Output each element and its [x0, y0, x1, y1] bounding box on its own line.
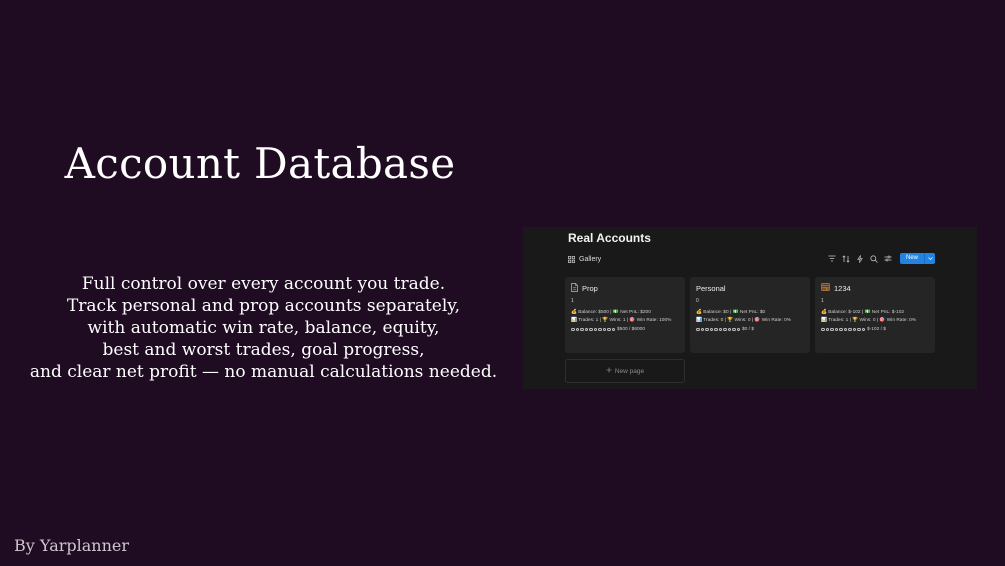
view-tab-label: Gallery: [579, 256, 602, 263]
card-progress: $-102 / $: [821, 327, 929, 332]
new-page-button[interactable]: New page: [565, 359, 685, 383]
filter-icon[interactable]: [828, 255, 836, 263]
card-id: 0: [696, 298, 699, 304]
card-stats: 💰 Balance: $0 | 💵 Net PnL: $0 📊 Trades: …: [696, 309, 804, 324]
lightning-icon[interactable]: [856, 254, 864, 263]
byline: By Yarplanner: [14, 536, 130, 555]
sort-icon[interactable]: [842, 254, 850, 263]
new-button-label: New: [905, 255, 918, 261]
card-trades-line: 📊 Trades: 1 | 🏆 Wins: 0 | 🎯 Win Rate: 0%: [821, 317, 917, 323]
hero-description: Full control over every account you trad…: [0, 273, 527, 383]
database-toolbar: New: [828, 253, 935, 264]
search-icon[interactable]: [870, 254, 878, 263]
description-line: with automatic win rate, balance, equity…: [87, 318, 440, 338]
gallery-grid-icon: [568, 256, 575, 263]
card-id: 1: [571, 298, 574, 304]
card-balance-line: 💰 Balance: $0 | 💵 Net PnL: $0: [696, 310, 766, 315]
progress-dots: [821, 327, 865, 332]
card-progress: $0 / $: [696, 327, 804, 332]
new-page-label: New page: [614, 367, 645, 375]
card-progress-text: $-102 / $: [867, 327, 886, 332]
database-screenshot: Real Accounts Gallery New Prop 1 💰 Balan…: [523, 227, 977, 389]
new-button[interactable]: New: [899, 253, 935, 264]
card-id: 1: [821, 298, 824, 304]
view-tab-gallery[interactable]: Gallery: [568, 256, 601, 263]
card-balance-line: 💰 Balance: $-102 | 💵 Net PnL: $-102: [821, 310, 905, 315]
settings-sliders-icon[interactable]: [884, 255, 892, 263]
abacus-icon: [821, 283, 830, 293]
card-trades-line: 📊 Trades: 1 | 🏆 Wins: 1 | 🎯 Win Rate: 10…: [571, 317, 672, 323]
account-card[interactable]: Prop 1 💰 Balance: $500 | 💵 Net PnL: $200…: [565, 277, 685, 353]
card-trades-line: 📊 Trades: 0 | 🏆 Wins: 0 | 🎯 Win Rate: 0%: [696, 317, 792, 323]
card-title-text: Personal: [696, 283, 726, 293]
page-icon: [571, 282, 578, 294]
card-balance-line: 💰 Balance: $500 | 💵 Net PnL: $200: [571, 310, 651, 315]
card-title-text: Prop: [582, 283, 598, 293]
gallery-cards: Prop 1 💰 Balance: $500 | 💵 Net PnL: $200…: [565, 277, 935, 353]
account-card[interactable]: Personal 0 💰 Balance: $0 | 💵 Net PnL: $0…: [690, 277, 810, 353]
chevron-down-icon[interactable]: [924, 253, 935, 264]
description-line: and clear net profit — no manual calcula…: [29, 362, 498, 382]
account-card[interactable]: 1234 1 💰 Balance: $-102 | 💵 Net PnL: $-1…: [815, 277, 935, 353]
card-stats: 💰 Balance: $500 | 💵 Net PnL: $200 📊 Trad…: [571, 309, 679, 324]
card-title-text: 1234: [834, 283, 851, 293]
plus-icon: [606, 367, 612, 375]
card-title: 1234: [821, 283, 929, 293]
card-progress: $500 / $6000: [571, 327, 679, 332]
card-title: Personal: [696, 283, 804, 293]
description-line: Track personal and prop accounts separat…: [66, 296, 461, 316]
database-title: Real Accounts: [568, 231, 651, 245]
progress-dots: [696, 327, 740, 332]
description-line: Full control over every account you trad…: [81, 274, 446, 294]
progress-dots: [571, 327, 615, 332]
card-title: Prop: [571, 282, 679, 294]
hero-title: Account Database: [64, 139, 456, 188]
card-progress-text: $500 / $6000: [617, 327, 646, 332]
card-stats: 💰 Balance: $-102 | 💵 Net PnL: $-102 📊 Tr…: [821, 309, 929, 324]
description-line: best and worst trades, goal progress,: [102, 340, 425, 360]
card-progress-text: $0 / $: [742, 327, 755, 332]
